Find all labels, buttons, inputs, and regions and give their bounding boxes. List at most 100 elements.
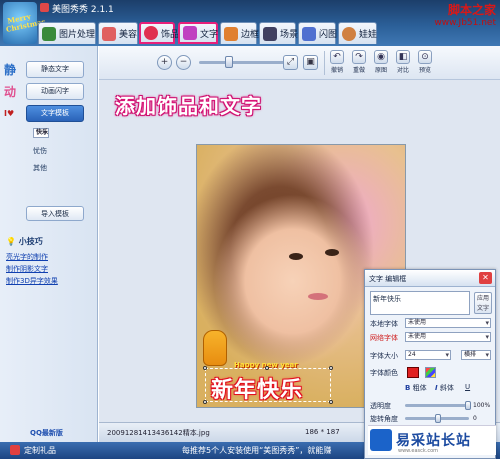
tab-label: 美容	[119, 30, 138, 40]
compare-button[interactable]: ◧ 对比	[393, 50, 413, 74]
tab-label: 闪图	[319, 30, 338, 40]
static-text-row: 静 静态文字	[4, 60, 84, 78]
palette-icon[interactable]	[425, 367, 436, 378]
local-font-label: 本地字体	[370, 320, 398, 328]
bold-toggle[interactable]: B 粗体	[405, 383, 427, 393]
web-font-select[interactable]: 未使用	[405, 332, 491, 342]
tiger-sticker[interactable]	[203, 330, 227, 366]
actual-size-icon[interactable]: ▣	[303, 55, 318, 70]
undo-button[interactable]: ↶ 撤销	[327, 50, 347, 74]
resize-handle[interactable]	[203, 400, 207, 404]
status-filename: 20091281413436142精本.jpg	[107, 429, 210, 437]
love-icon: I♥	[4, 108, 15, 118]
undo-icon: ↶	[330, 50, 344, 64]
tip-link-glow[interactable]: 亮光字的制作	[6, 252, 48, 262]
logo-text: Merry Christmas	[5, 11, 47, 34]
tab-frame[interactable]: 边框	[220, 22, 259, 44]
local-font-select[interactable]: 未使用	[405, 318, 491, 328]
tab-text[interactable]: 文字	[178, 22, 218, 44]
sub-item-sad[interactable]: 忧伤	[33, 146, 47, 156]
rotation-label: 旋转角度	[370, 415, 398, 423]
app-logo: Merry Christmas	[3, 2, 47, 44]
qq-link[interactable]: QQ最新版	[30, 428, 63, 438]
brand-name: 易采站长站	[396, 433, 471, 449]
static-icon: 静	[4, 62, 17, 77]
animated-text-row: 动 动画闪字	[4, 82, 84, 100]
undo-label: 撤销	[330, 67, 343, 74]
text-input[interactable]: 新年快乐	[370, 291, 470, 315]
toolbar: + − ⤢ ▣ ↶ 撤销 ↷ 重做 ◉ 原图 ◧ 对比 ⊙ 预览	[99, 46, 500, 80]
preview-label: 预览	[418, 67, 431, 74]
tab-beauty[interactable]: 美容	[98, 22, 138, 44]
brand-watermark: 易采站长站 www.easck.com	[368, 425, 496, 455]
resize-handle[interactable]	[329, 400, 333, 404]
compare-label: 对比	[396, 67, 409, 74]
redo-icon: ↷	[352, 50, 366, 64]
right-eye	[325, 249, 339, 256]
preview-button[interactable]: ⊙ 预览	[415, 50, 435, 74]
resize-handle[interactable]	[329, 366, 333, 370]
underline-toggle[interactable]: U	[465, 383, 470, 391]
opacity-slider[interactable]	[405, 404, 469, 407]
image-process-icon	[42, 26, 56, 41]
zoom-slider-knob[interactable]	[225, 56, 233, 68]
opacity-label: 透明度	[370, 402, 391, 410]
resize-handle[interactable]	[265, 366, 269, 370]
watermark-line2: www.Jb51.net	[434, 18, 496, 28]
status-size: 186 * 187	[305, 428, 340, 436]
tab-scene[interactable]: 场景	[259, 22, 299, 44]
tab-accessories[interactable]: 饰品	[139, 22, 179, 44]
tab-label: 场景	[280, 30, 299, 40]
tip-link-shadow[interactable]: 制作阴影文字	[6, 264, 48, 274]
dialog-header: 文字 编辑框 ✕	[365, 270, 495, 287]
sub-item-happy[interactable]: 快乐	[33, 128, 50, 138]
doll-icon	[342, 26, 356, 41]
static-text-button[interactable]: 静态文字	[26, 60, 84, 78]
toolbar-divider	[324, 51, 325, 75]
font-size-select[interactable]: 24	[405, 350, 451, 360]
rotation-slider-knob[interactable]	[435, 414, 441, 423]
close-icon[interactable]: ✕	[479, 272, 492, 284]
resize-handle[interactable]	[203, 366, 207, 370]
zoom-in-icon[interactable]: +	[157, 55, 172, 70]
greeting-text[interactable]: 新年快乐	[211, 372, 303, 404]
redo-button[interactable]: ↷ 重做	[349, 50, 369, 74]
orientation-select[interactable]: 横排	[461, 350, 491, 360]
tips-title: 💡 小技巧	[6, 237, 43, 246]
template-row: I♥ 文字模板	[4, 104, 84, 122]
font-color-label: 字体颜色	[370, 369, 398, 377]
zoom-out-icon[interactable]: −	[176, 55, 191, 70]
original-button[interactable]: ◉ 原图	[371, 50, 391, 74]
animated-text-button[interactable]: 动画闪字	[26, 82, 84, 100]
original-icon: ◉	[374, 50, 388, 64]
tab-doll[interactable]: 娃娃	[338, 22, 377, 44]
gift-link[interactable]: 定制礼品	[24, 445, 56, 456]
font-color-swatch[interactable]	[407, 367, 419, 378]
tip-link-3d[interactable]: 制作3D异字效果	[6, 276, 58, 286]
app-title: 美图秀秀 2.1.1	[52, 5, 114, 15]
left-eye	[289, 253, 303, 260]
sub-item-other[interactable]: 其他	[33, 163, 47, 173]
italic-toggle[interactable]: I 斜体	[435, 383, 454, 393]
watermark-line1: 脚本之家	[447, 3, 496, 17]
fit-window-icon[interactable]: ⤢	[283, 55, 298, 70]
rotation-value: 0	[473, 415, 477, 422]
frame-icon	[224, 26, 238, 41]
brand-url: www.easck.com	[398, 448, 439, 454]
text-template-button[interactable]: 文字模板	[26, 104, 84, 122]
tab-image-process[interactable]: 图片处理	[38, 22, 96, 44]
import-template-button[interactable]: 导入模板	[26, 206, 84, 221]
text-icon	[183, 26, 197, 40]
app-icon	[40, 3, 49, 12]
opacity-value: 100%	[473, 402, 491, 409]
apply-text-button[interactable]: 应用文字	[474, 292, 492, 314]
tab-label: 图片处理	[59, 30, 96, 40]
beauty-icon	[102, 26, 116, 41]
compare-icon: ◧	[396, 50, 410, 64]
font-size-label: 字体大小	[370, 352, 398, 360]
tab-flash[interactable]: 闪图	[298, 22, 338, 44]
promo-ticker[interactable]: 每推荐5个人安装使用“美图秀秀”，就能赚	[182, 445, 331, 456]
original-label: 原图	[374, 67, 387, 74]
opacity-slider-knob[interactable]	[465, 401, 471, 410]
zoom-slider[interactable]	[199, 61, 289, 64]
